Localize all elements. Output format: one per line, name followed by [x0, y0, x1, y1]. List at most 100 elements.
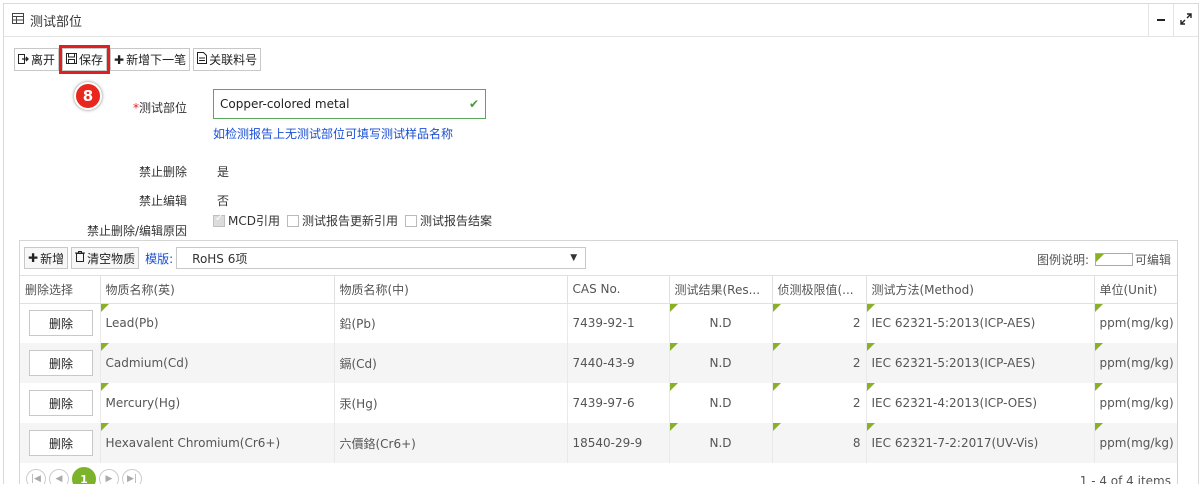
grid-toolbar: ✚ 新增 清空物质 模版: RoHS 6项 ▼ 图例说明: 可编辑 — [20, 241, 1177, 276]
cell-name-cn: 汞(Hg) — [334, 383, 568, 423]
pager: |◀ ◀ 1 ▶ ▶| 1 - 4 of 4 items — [20, 467, 1177, 484]
minus-icon — [1156, 14, 1166, 28]
cell-name-en[interactable]: Lead(Pb) — [100, 303, 335, 343]
first-page-icon[interactable]: |◀ — [26, 469, 46, 484]
reason-mcd-label: MCD引用 — [228, 214, 280, 228]
link-part-label: 关联料号 — [209, 53, 258, 67]
part-input-value: Copper-colored metal — [220, 97, 350, 111]
clear-substances-button[interactable]: 清空物质 — [71, 247, 140, 269]
reason-report-update-label: 测试报告更新引用 — [301, 214, 398, 228]
cell-name-cn: 六價鉻(Cr6+) — [334, 423, 568, 463]
cell-unit[interactable]: ppm(mg/kg) — [1094, 303, 1177, 343]
add-next-label: 新增下一笔 — [126, 53, 187, 67]
cell-cas: 7439-97-6 — [567, 383, 670, 423]
grid-add-button[interactable]: ✚ 新增 — [24, 247, 69, 269]
cell-cas: 7440-43-9 — [567, 343, 670, 383]
table-row: 删除 Lead(Pb) 鉛(Pb) 7439-92-1 N.D 2 IEC 62… — [20, 303, 1177, 343]
leave-label: 离开 — [31, 53, 56, 67]
delete-row-button[interactable]: 删除 — [29, 350, 93, 376]
link-part-button[interactable]: 关联料号 — [193, 48, 262, 71]
prev-page-icon[interactable]: ◀ — [49, 469, 69, 484]
cell-method[interactable]: IEC 62321-4:2013(ICP-OES) — [866, 383, 1095, 423]
cell-cas: 18540-29-9 — [567, 423, 670, 463]
template-select[interactable]: RoHS 6项 ▼ — [176, 247, 587, 269]
cell-name-en[interactable]: Hexavalent Chromium(Cr6+) — [100, 423, 335, 463]
table-row: 删除 Mercury(Hg) 汞(Hg) 7439-97-6 N.D 2 IEC… — [20, 383, 1177, 423]
save-icon — [66, 52, 78, 67]
cell-method[interactable]: IEC 62321-7-2:2017(UV-Vis) — [866, 423, 1095, 463]
reason-checkboxes: MCD引用 测试报告更新引用 测试报告结案 — [213, 212, 492, 229]
save-button[interactable]: 保存 — [59, 45, 111, 74]
pager-info: 1 - 4 of 4 items — [1079, 474, 1171, 484]
col-result[interactable]: 测试结果(Res... — [669, 276, 773, 304]
cell-result[interactable]: N.D — [669, 423, 773, 463]
cell-name-en[interactable]: Mercury(Hg) — [100, 383, 335, 423]
page-number-button[interactable]: 1 — [72, 467, 96, 484]
part-hint: 如检测报告上无测试部位可填写测试样品名称 — [213, 127, 454, 141]
col-name-en[interactable]: 物质名称(英) — [100, 276, 335, 304]
plus-icon: ✚ — [28, 251, 39, 265]
table-row: 删除 Cadmium(Cd) 鎘(Cd) 7440-43-9 N.D 2 IEC… — [20, 343, 1177, 383]
reason-report-closed-checkbox[interactable] — [405, 214, 417, 227]
form-toolbar: 离开 保存 ✚ 新增下一笔 关联料号 — [14, 45, 262, 74]
legend-label: 图例说明: — [1036, 253, 1089, 267]
substance-table: 删除选择 物质名称(英) 物质名称(中) CAS No. 测试结果(Res...… — [20, 276, 1177, 463]
col-name-cn[interactable]: 物质名称(中) — [334, 276, 568, 304]
clear-substances-label: 清空物质 — [87, 251, 136, 266]
document-icon — [197, 52, 208, 67]
cell-unit[interactable]: ppm(mg/kg) — [1094, 343, 1177, 383]
delete-row-button[interactable]: 删除 — [29, 390, 93, 416]
panel-title: 测试部位 — [30, 14, 83, 30]
col-cas[interactable]: CAS No. — [567, 276, 670, 304]
cell-limit[interactable]: 2 — [772, 343, 867, 383]
cell-unit[interactable]: ppm(mg/kg) — [1094, 423, 1177, 463]
caret-down-icon: ▼ — [570, 253, 578, 263]
reason-report-closed-label: 测试报告结案 — [420, 214, 493, 228]
reason-mcd-checkbox[interactable] — [213, 213, 225, 227]
save-label: 保存 — [79, 53, 104, 67]
part-input[interactable]: Copper-colored metal ✔ — [213, 89, 486, 119]
next-page-icon[interactable]: ▶ — [99, 469, 119, 484]
cell-name-cn: 鉛(Pb) — [334, 303, 568, 343]
panel-header: 测试部位 — [4, 4, 1198, 37]
col-limit[interactable]: 侦测极限值(... — [772, 276, 867, 304]
reason-label: 禁止删除/编辑原因 — [86, 224, 187, 238]
minimize-button[interactable] — [1148, 4, 1173, 37]
check-icon: ✔ — [468, 97, 479, 111]
legend-editable-label: 可编辑 — [1134, 253, 1171, 267]
cell-name-en[interactable]: Cadmium(Cd) — [100, 343, 335, 383]
cell-result[interactable]: N.D — [669, 343, 773, 383]
no-edit-label: 禁止编辑 — [138, 194, 187, 208]
no-delete-label: 禁止删除 — [138, 165, 187, 179]
cell-cas: 7439-92-1 — [567, 303, 670, 343]
last-page-icon[interactable]: ▶| — [122, 469, 142, 484]
reason-report-update-checkbox[interactable] — [286, 214, 299, 227]
exit-icon — [18, 53, 29, 67]
delete-row-button[interactable]: 删除 — [29, 430, 93, 456]
template-label: 模版: — [145, 251, 174, 266]
cell-limit[interactable]: 2 — [772, 303, 867, 343]
cell-result[interactable]: N.D — [669, 303, 773, 343]
col-method[interactable]: 测试方法(Method) — [866, 276, 1095, 304]
maximize-button[interactable] — [1173, 4, 1198, 37]
add-next-button[interactable]: ✚ 新增下一笔 — [110, 48, 191, 71]
plus-icon: ✚ — [114, 52, 125, 67]
cell-limit[interactable]: 8 — [772, 423, 867, 463]
editable-swatch-icon — [1094, 253, 1133, 266]
cell-method[interactable]: IEC 62321-5:2013(ICP-AES) — [866, 303, 1095, 343]
col-unit[interactable]: 单位(Unit) — [1094, 276, 1177, 304]
cell-unit[interactable]: ppm(mg/kg) — [1094, 383, 1177, 423]
legend: 图例说明: 可编辑 — [1037, 251, 1171, 268]
substance-grid: ✚ 新增 清空物质 模版: RoHS 6项 ▼ 图例说明: 可编辑 删除选择 物… — [19, 240, 1178, 484]
leave-button[interactable]: 离开 — [14, 48, 60, 71]
col-delete-select[interactable]: 删除选择 — [20, 276, 101, 304]
no-delete-value: 是 — [217, 165, 230, 179]
delete-row-button[interactable]: 删除 — [29, 310, 93, 337]
cell-method[interactable]: IEC 62321-5:2013(ICP-AES) — [866, 343, 1095, 383]
cell-limit[interactable]: 2 — [772, 383, 867, 423]
cell-name-cn: 鎘(Cd) — [334, 343, 568, 383]
template-value: RoHS 6项 — [192, 251, 248, 266]
table-header-row: 删除选择 物质名称(英) 物质名称(中) CAS No. 测试结果(Res...… — [20, 276, 1177, 304]
grid-add-label: 新增 — [40, 251, 65, 266]
cell-result[interactable]: N.D — [669, 383, 773, 423]
